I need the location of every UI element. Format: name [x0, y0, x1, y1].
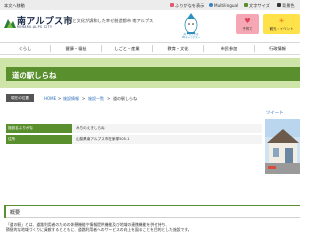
page-title-band: 道の駅しらね — [0, 58, 300, 88]
breadcrumb-current-location-label: 現在の位置 — [6, 94, 34, 102]
gnav-item-administration[interactable]: 行政情報 — [255, 43, 300, 54]
site-logo-subtitle: MINAMI-ALPS CITY — [17, 25, 53, 29]
breadcrumb-facility-info-link[interactable]: 施設情報 — [63, 96, 79, 102]
global-navigation: くらし 健康・福祉 しごと・産業 教育・文化 市民参加 行政情報 — [0, 42, 300, 55]
sightseeing-icon: ☀ — [278, 17, 285, 25]
furigana-label: ふりがなを表示 — [175, 2, 205, 8]
breadcrumb-current-page: 道の駅しらね — [113, 95, 137, 101]
info-row-label: 住所 — [6, 135, 72, 144]
globe-icon — [209, 3, 213, 7]
page: { "util": { "skip_link": "本文へ移動", "items… — [0, 0, 300, 240]
mascot-character-icon — [184, 13, 198, 34]
mascot-caption-line-2: PRキャラクター — [181, 36, 201, 39]
breadcrumb-separator: > — [82, 95, 86, 101]
facility-photo — [265, 119, 300, 174]
city-logo-icon[interactable] — [4, 16, 16, 28]
section-heading-accent — [4, 206, 6, 218]
kanko-event-button[interactable]: ☀ 観光・イベント — [263, 14, 300, 34]
tweet-button[interactable]: ツイート — [266, 110, 284, 116]
info-row-value: みちのえきしらね — [72, 124, 262, 133]
overview-body: 「道の駅」とは、道路利用者のための休憩機能や情報提供機能及び地域の連携機能を併せ… — [6, 222, 298, 232]
breadcrumb-separator: > — [58, 95, 62, 101]
contrast-icon — [277, 3, 281, 7]
gnav-item-work-industry[interactable]: しごと・産業 — [102, 43, 152, 54]
kosodate-label: 子育て — [242, 27, 253, 31]
page-title: 道の駅しらね — [12, 71, 57, 80]
multilingual-link[interactable]: Multilingual — [209, 3, 238, 8]
info-row-value: 山梨県南アルプス市在家塚505-1 — [72, 135, 262, 144]
gnav-item-health-welfare[interactable]: 健康・福祉 — [51, 43, 101, 54]
breadcrumb-separator: > — [107, 95, 111, 101]
info-row: 住所 山梨県南アルプス市在家塚505-1 — [6, 135, 262, 144]
page-title-box: 道の駅しらね — [6, 67, 300, 81]
kosodate-button[interactable]: ♥ 子育て — [236, 14, 259, 34]
breadcrumb-home-link[interactable]: HOME — [44, 96, 56, 101]
multilingual-label: Multilingual — [214, 2, 239, 8]
background-color-control[interactable]: 背景色 — [277, 3, 295, 9]
overview-line: 積極的な地域づくりに貢献するとともに、道路利用者へのサービスの向上を図ることを目… — [6, 227, 192, 233]
text-size-control[interactable]: 文字サイズ — [244, 3, 270, 9]
skip-to-content-link[interactable]: 本文へ移動 — [4, 3, 25, 9]
kanko-event-label: 観光・イベント — [269, 27, 294, 31]
furigana-toggle[interactable]: ふりがなを表示 — [170, 3, 204, 9]
background-color-label: 背景色 — [282, 2, 295, 8]
heart-icon: ♥ — [244, 17, 251, 25]
gnav-item-citizen-participation[interactable]: 市民参加 — [204, 43, 254, 54]
overview-heading-text: 概要 — [10, 210, 21, 216]
breadcrumb-facility-list-link[interactable]: 施設一覧 — [88, 96, 104, 102]
mascot-caption: 南アルプス市 PRキャラクター — [179, 33, 203, 39]
info-row: 施設名ふりがな みちのえきしらね — [6, 124, 262, 133]
info-row-label: 施設名ふりがな — [6, 124, 72, 133]
text-size-icon — [244, 3, 248, 7]
text-size-label: 文字サイズ — [249, 2, 270, 8]
gnav-item-kurashi[interactable]: くらし — [0, 43, 50, 54]
facility-info-table: 施設名ふりがな みちのえきしらね 住所 山梨県南アルプス市在家塚505-1 — [6, 124, 262, 146]
utility-bar: 本文へ移動 ふりがなを表示 Multilingual 文字サイズ 背景色 — [0, 0, 300, 10]
city-slogan: 自然と文化が調和した幸せ創造都市 南アルプス — [64, 18, 154, 23]
gnav-item-education-culture[interactable]: 教育・文化 — [153, 43, 203, 54]
furigana-icon — [170, 3, 174, 7]
overview-section-heading: 概要 — [4, 205, 300, 218]
breadcrumb: 現在の位置 HOME > 施設情報 > 施設一覧 > 道の駅しらね — [0, 94, 300, 103]
